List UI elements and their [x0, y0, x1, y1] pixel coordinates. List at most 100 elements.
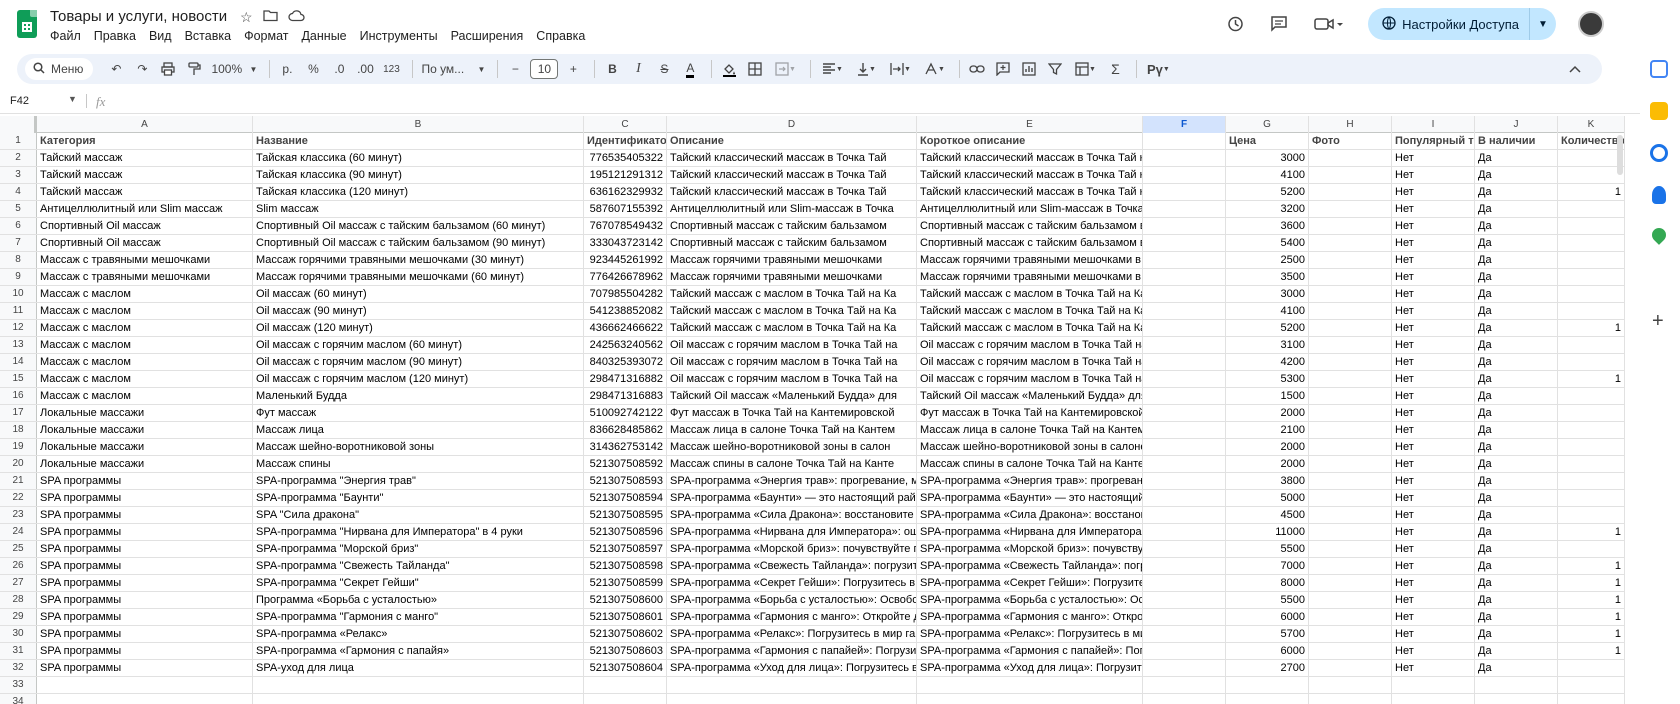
- borders-icon[interactable]: [744, 58, 766, 80]
- cell-b14[interactable]: Oil массаж с горячим маслом (90 минут): [253, 354, 584, 370]
- spreadsheet-grid[interactable]: ABCDEFGHIJK 1 Категория Название Идентифика…: [0, 116, 1625, 704]
- cell-i34[interactable]: [1392, 694, 1475, 704]
- row-number[interactable]: 34: [0, 694, 37, 704]
- cell-g13[interactable]: 3100: [1226, 337, 1309, 353]
- vertical-align-icon[interactable]: ▼: [851, 58, 881, 80]
- cell-k22[interactable]: [1558, 490, 1625, 506]
- cell-c27[interactable]: 521307508599: [584, 575, 667, 591]
- cell-h19[interactable]: [1309, 439, 1392, 455]
- cell-d29[interactable]: SPA-программа «Гармония с манго»: Открой…: [667, 609, 917, 625]
- merge-cells-icon[interactable]: ▼: [770, 58, 800, 80]
- zoom-select[interactable]: 100% ▼: [209, 58, 259, 80]
- cell-k29[interactable]: 1: [1558, 609, 1625, 625]
- row-number[interactable]: 2: [0, 150, 37, 166]
- user-avatar[interactable]: [1578, 11, 1604, 37]
- cell-h9[interactable]: [1309, 269, 1392, 285]
- cell-d8[interactable]: Массаж горячими травяными мешочками: [667, 252, 917, 268]
- cell-f2[interactable]: [1143, 150, 1226, 166]
- row-number[interactable]: 19: [0, 439, 37, 455]
- cell-d24[interactable]: SPA-программа «Нирвана для Императора»: …: [667, 524, 917, 540]
- menu-tools[interactable]: Инструменты: [360, 29, 438, 43]
- cell-h25[interactable]: [1309, 541, 1392, 557]
- cell-a31[interactable]: SPA программы: [37, 643, 253, 659]
- cell-i13[interactable]: Нет: [1392, 337, 1475, 353]
- cell-j14[interactable]: Да: [1475, 354, 1558, 370]
- cell-c15[interactable]: 298471316882: [584, 371, 667, 387]
- cell-e32[interactable]: SPA-программа «Уход для лица»: Погрузите…: [917, 660, 1143, 676]
- cell-g7[interactable]: 5400: [1226, 235, 1309, 251]
- cell-f17[interactable]: [1143, 405, 1226, 421]
- cell-c21[interactable]: 521307508593: [584, 473, 667, 489]
- move-folder-icon[interactable]: [262, 9, 278, 26]
- pr-addon-button[interactable]: Рү ▼: [1143, 58, 1173, 80]
- cell-f8[interactable]: [1143, 252, 1226, 268]
- cell-j21[interactable]: Да: [1475, 473, 1558, 489]
- cell-k6[interactable]: [1558, 218, 1625, 234]
- cell-b15[interactable]: Oil массаж с горячим маслом (120 минут): [253, 371, 584, 387]
- cell-e6[interactable]: Спортивный массаж с тайским бальзамом в …: [917, 218, 1143, 234]
- cell-i26[interactable]: Нет: [1392, 558, 1475, 574]
- cell-d16[interactable]: Тайский Oil массаж «Маленький Будда» для: [667, 388, 917, 404]
- print-icon[interactable]: [157, 58, 179, 80]
- column-header-f[interactable]: F: [1143, 116, 1226, 133]
- cell-k13[interactable]: [1558, 337, 1625, 353]
- cell-e4[interactable]: Тайский классический массаж в Точка Тай …: [917, 184, 1143, 200]
- sheets-logo-icon[interactable]: [17, 10, 37, 38]
- cell-h20[interactable]: [1309, 456, 1392, 472]
- cell-d25[interactable]: SPA-программа «Морской бриз»: почувствуй…: [667, 541, 917, 557]
- row-number[interactable]: 1: [0, 133, 37, 149]
- font-select[interactable]: По ум... ▼: [419, 58, 487, 80]
- cell-h7[interactable]: [1309, 235, 1392, 251]
- cell-c3[interactable]: 195121291312: [584, 167, 667, 183]
- share-dropdown-icon[interactable]: ▼: [1530, 19, 1556, 30]
- cell-e23[interactable]: SPA-программа «Сила Дракона»: восстанови…: [917, 507, 1143, 523]
- cell-k14[interactable]: [1558, 354, 1625, 370]
- cell-g24[interactable]: 11000: [1226, 524, 1309, 540]
- contacts-icon[interactable]: [1652, 186, 1666, 204]
- cell-c16[interactable]: 298471316883: [584, 388, 667, 404]
- row-number[interactable]: 30: [0, 626, 37, 642]
- menu-help[interactable]: Справка: [536, 29, 585, 43]
- cell-h31[interactable]: [1309, 643, 1392, 659]
- cell-i27[interactable]: Нет: [1392, 575, 1475, 591]
- cell-e3[interactable]: Тайский классический массаж в Точка Тай …: [917, 167, 1143, 183]
- cell-e9[interactable]: Массаж горячими травяными мешочками в То…: [917, 269, 1143, 285]
- cell-e16[interactable]: Тайский Oil массаж «Маленький Будда» для…: [917, 388, 1143, 404]
- menu-search[interactable]: Меню: [25, 58, 94, 80]
- cell-i12[interactable]: Нет: [1392, 320, 1475, 336]
- cell-c1[interactable]: Идентификато: [584, 133, 667, 149]
- cell-f14[interactable]: [1143, 354, 1226, 370]
- cell-c13[interactable]: 242563240562: [584, 337, 667, 353]
- menu-edit[interactable]: Правка: [94, 29, 136, 43]
- cell-a17[interactable]: Локальные массажи: [37, 405, 253, 421]
- cell-f5[interactable]: [1143, 201, 1226, 217]
- cell-k2[interactable]: [1558, 150, 1625, 166]
- cell-f34[interactable]: [1143, 694, 1226, 704]
- cell-g9[interactable]: 3500: [1226, 269, 1309, 285]
- cell-d10[interactable]: Тайский массаж с маслом в Точка Тай на К…: [667, 286, 917, 302]
- cell-b24[interactable]: SPA-программа "Нирвана для Императора" в…: [253, 524, 584, 540]
- cell-a23[interactable]: SPA программы: [37, 507, 253, 523]
- row-number[interactable]: 29: [0, 609, 37, 625]
- cell-e11[interactable]: Тайский массаж с маслом в Точка Тай на К…: [917, 303, 1143, 319]
- cell-k20[interactable]: [1558, 456, 1625, 472]
- cell-i8[interactable]: Нет: [1392, 252, 1475, 268]
- cell-d3[interactable]: Тайский классический массаж в Точка Тай: [667, 167, 917, 183]
- cell-a25[interactable]: SPA программы: [37, 541, 253, 557]
- cell-g34[interactable]: [1226, 694, 1309, 704]
- cell-a6[interactable]: Спортивный Oil массаж: [37, 218, 253, 234]
- cell-h5[interactable]: [1309, 201, 1392, 217]
- cell-b28[interactable]: Программа «Борьба с усталостью»: [253, 592, 584, 608]
- cell-i22[interactable]: Нет: [1392, 490, 1475, 506]
- cell-k19[interactable]: [1558, 439, 1625, 455]
- cell-a33[interactable]: [37, 677, 253, 693]
- share-main[interactable]: Настройки Доступа: [1368, 8, 1530, 40]
- cell-j20[interactable]: Да: [1475, 456, 1558, 472]
- row-number[interactable]: 10: [0, 286, 37, 302]
- cell-f12[interactable]: [1143, 320, 1226, 336]
- cell-g28[interactable]: 5500: [1226, 592, 1309, 608]
- cell-g30[interactable]: 5700: [1226, 626, 1309, 642]
- cell-g32[interactable]: 2700: [1226, 660, 1309, 676]
- cell-i17[interactable]: Нет: [1392, 405, 1475, 421]
- cell-j19[interactable]: Да: [1475, 439, 1558, 455]
